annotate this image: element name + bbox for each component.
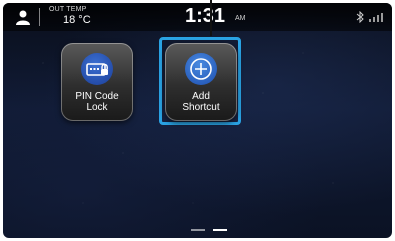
status-bar: OUT TEMP 18 °C 1:31 AM (3, 3, 392, 31)
signal-icon (369, 13, 383, 22)
clock-time: 1:31 (185, 5, 226, 27)
bluetooth-icon (356, 11, 364, 23)
pin-code-lock-tile[interactable]: PIN Code Lock (61, 43, 133, 121)
add-icon (185, 53, 217, 85)
page-indicator-1[interactable] (191, 229, 205, 231)
pin-code-lock-icon (81, 53, 113, 85)
callout-line (210, 0, 212, 36)
add-shortcut-tile[interactable]: Add Shortcut (165, 43, 237, 121)
user-icon[interactable] (15, 9, 31, 25)
pin-code-lock-label-line2: Lock (86, 102, 108, 113)
outside-temp-value: 18 °C (63, 14, 91, 26)
page-indicator-2[interactable] (213, 229, 227, 231)
clock-am-pm: AM (235, 15, 246, 22)
pin-code-lock-label-line1: PIN Code (75, 91, 119, 102)
status-divider (39, 8, 40, 26)
add-shortcut-label-line2: Shortcut (182, 102, 220, 113)
add-shortcut-label-line1: Add (192, 91, 210, 102)
infotainment-screen: OUT TEMP 18 °C 1:31 AM PIN Code Lock Add… (3, 3, 392, 238)
outside-temp-label: OUT TEMP (49, 6, 87, 13)
